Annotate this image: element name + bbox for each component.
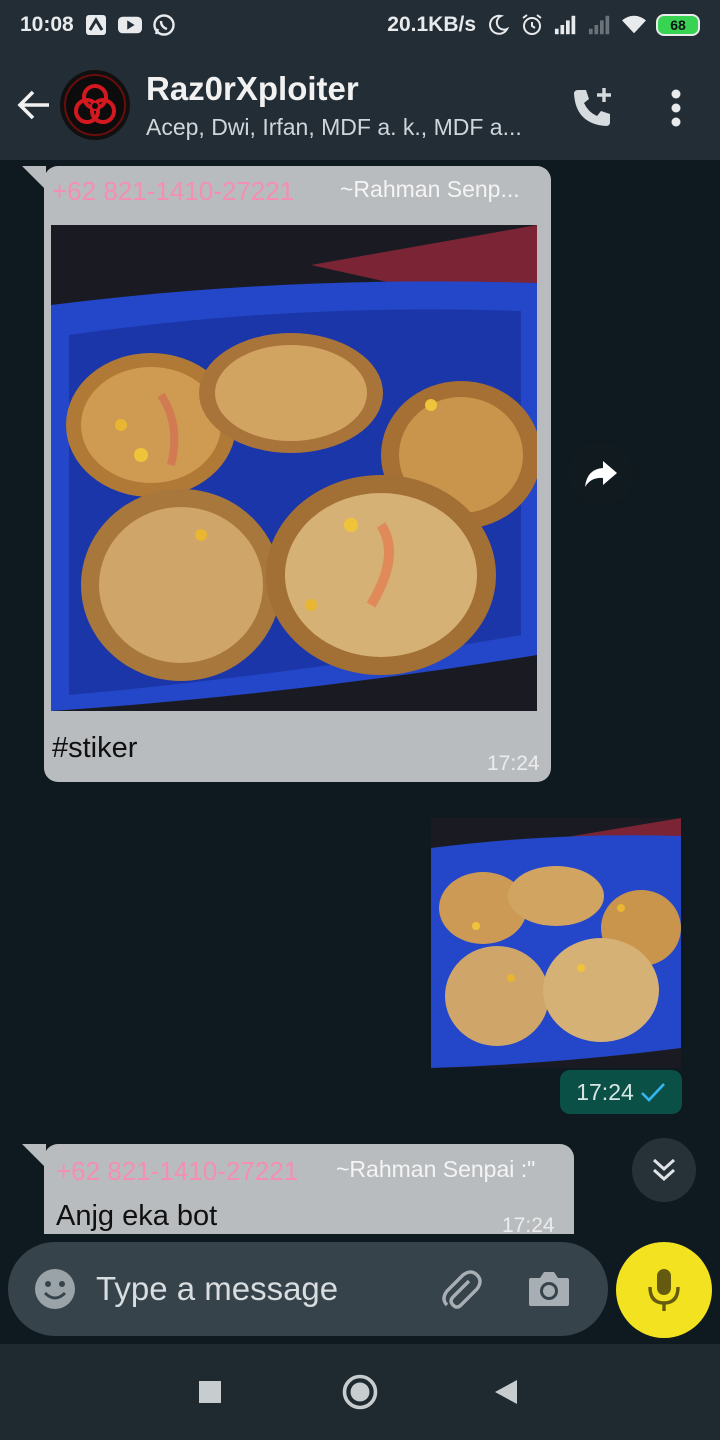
bubble-tail	[22, 1144, 46, 1168]
voice-record-button[interactable]	[616, 1242, 712, 1338]
message-composer	[8, 1242, 608, 1336]
emoji-icon	[35, 1269, 75, 1309]
status-left: 10:08	[20, 13, 176, 37]
message-time: 17:24	[487, 752, 540, 775]
back-button[interactable]	[4, 65, 64, 145]
recents-square-icon	[199, 1381, 221, 1403]
whatsapp-icon	[152, 13, 176, 37]
sender-number[interactable]: +62 821-1410-27221	[52, 176, 294, 207]
wifi-icon	[622, 13, 646, 37]
food-photo-illustration	[51, 225, 537, 711]
read-tick-icon	[640, 1083, 665, 1102]
youtube-icon	[117, 13, 142, 37]
sender-pushname: ~Rahman Senp...	[340, 176, 520, 202]
status-time: 10:08	[20, 13, 74, 36]
attach-button[interactable]	[436, 1264, 486, 1314]
system-nav-bar	[0, 1344, 720, 1440]
image-caption: #stiker	[52, 732, 138, 764]
battery-level: 68	[670, 17, 686, 33]
food-photo[interactable]	[51, 225, 537, 711]
forward-icon	[585, 461, 617, 487]
chat-title: Raz0rXploiter	[146, 69, 359, 107]
sender-number[interactable]: +62 821-1410-27221	[56, 1156, 298, 1187]
outgoing-sticker[interactable]	[431, 818, 681, 1068]
message-time: 17:24	[502, 1214, 555, 1234]
status-right: 20.1KB/s 68	[387, 13, 700, 37]
camera-button[interactable]	[524, 1264, 574, 1314]
recents-button[interactable]	[180, 1362, 240, 1422]
battery-icon: 68	[656, 14, 700, 36]
mic-icon	[648, 1269, 680, 1311]
camera-icon	[529, 1272, 569, 1306]
signal-icon	[554, 13, 578, 37]
chat-header: Raz0rXploiter Acep, Dwi, Irfan, MDF a. k…	[0, 50, 720, 160]
message-input[interactable]	[96, 1264, 426, 1314]
header-text[interactable]: Raz0rXploiter Acep, Dwi, Irfan, MDF a. k…	[146, 70, 556, 141]
back-triangle-icon	[495, 1380, 517, 1404]
smart-home-icon	[84, 13, 108, 37]
sticker-illustration	[431, 818, 681, 1068]
back-arrow-icon	[17, 90, 49, 120]
add-call-icon	[574, 88, 611, 126]
forward-button[interactable]	[569, 442, 633, 506]
chat-participants: Acep, Dwi, Irfan, MDF a. k., MDF a...	[146, 113, 522, 140]
more-options-button[interactable]	[652, 80, 700, 136]
alarm-icon	[520, 13, 544, 37]
incoming-text-message[interactable]: +62 821-1410-27221 ~Rahman Senpai :" Anj…	[44, 1144, 574, 1234]
sender-pushname: ~Rahman Senpai :"	[336, 1156, 536, 1182]
chat-area[interactable]: +62 821-1410-27221 ~Rahman Senp... #stik…	[0, 160, 720, 1234]
message-text: Anjg eka bot	[56, 1200, 218, 1232]
outgoing-time-chip: 17:24	[560, 1070, 682, 1114]
signal-weak-icon	[588, 13, 612, 37]
network-speed: 20.1KB/s	[387, 13, 476, 36]
chevron-double-down-icon	[652, 1158, 676, 1182]
paperclip-icon	[442, 1270, 482, 1309]
home-circle-icon	[342, 1374, 378, 1410]
moon-icon	[486, 13, 510, 37]
more-vert-icon	[671, 89, 681, 127]
incoming-image-message[interactable]: +62 821-1410-27221 ~Rahman Senp... #stik…	[44, 166, 551, 782]
back-nav-button[interactable]	[476, 1362, 536, 1422]
status-bar: 10:08 20.1KB/s 68	[0, 0, 720, 50]
emoji-button[interactable]	[30, 1264, 80, 1314]
message-time: 17:24	[576, 1078, 634, 1105]
bubble-tail	[22, 166, 46, 190]
scroll-to-bottom-button[interactable]	[632, 1138, 696, 1202]
home-button[interactable]	[330, 1362, 390, 1422]
add-call-button[interactable]	[564, 80, 620, 136]
group-avatar-icon[interactable]	[60, 70, 130, 140]
